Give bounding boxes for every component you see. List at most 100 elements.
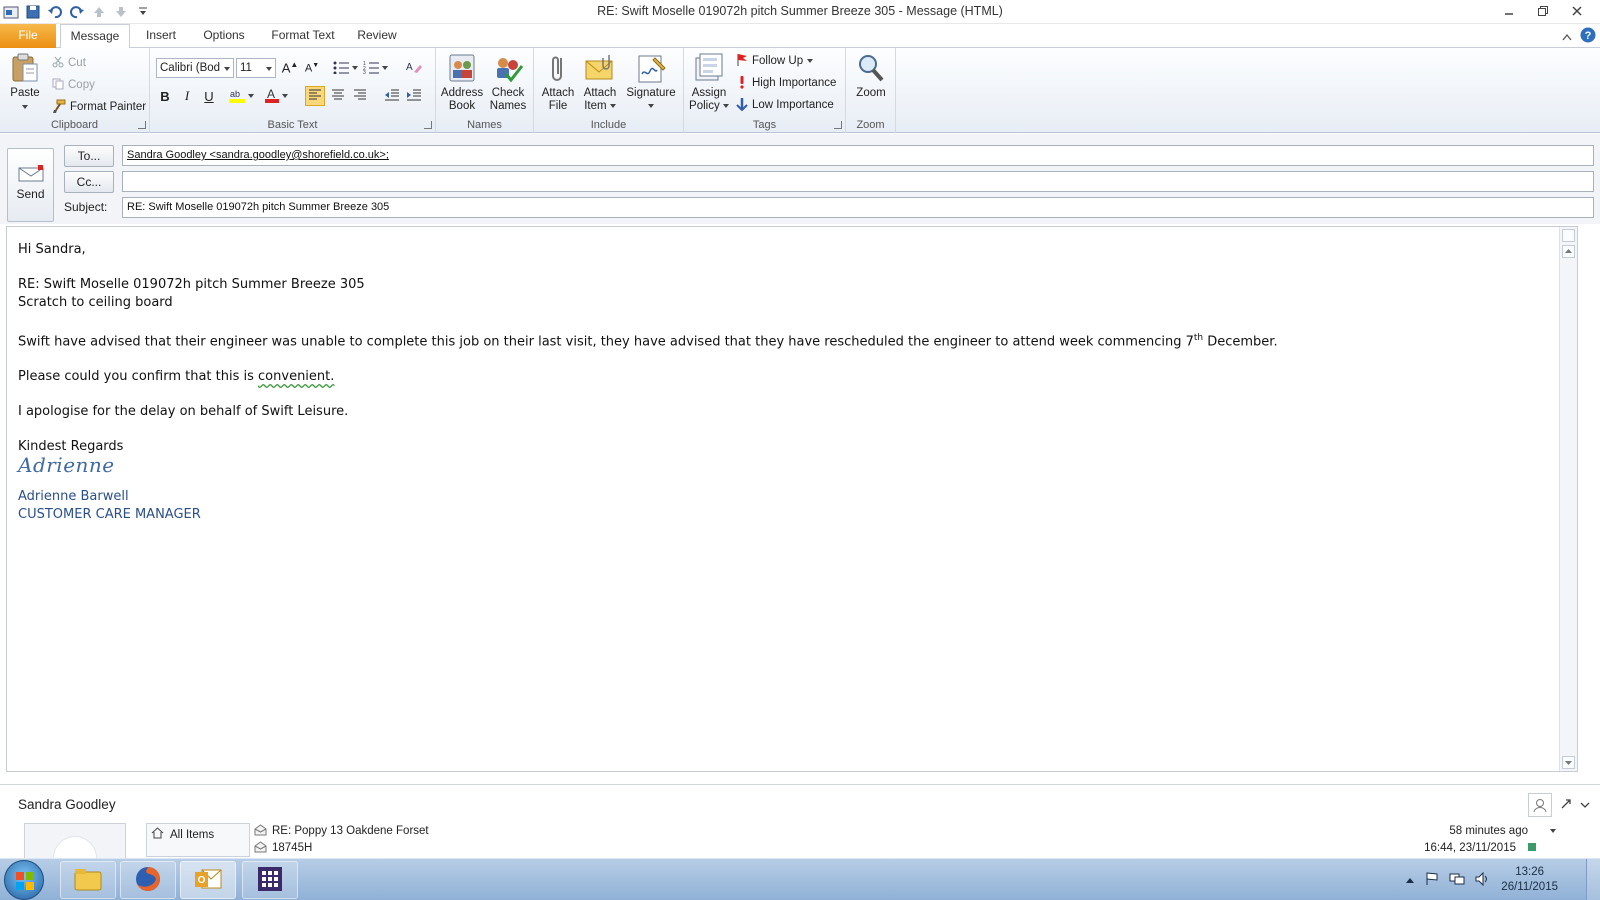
decrease-indent-button[interactable] (382, 86, 402, 106)
to-button[interactable]: To... (64, 145, 114, 167)
taskbar-outlook-button[interactable]: O (180, 861, 236, 899)
basic-text-group-label: Basic Text (267, 119, 318, 131)
basic-text-launcher[interactable] (424, 121, 432, 129)
scroll-up-button[interactable] (1562, 245, 1575, 258)
tab-options[interactable]: Options (196, 24, 252, 48)
send-button[interactable]: Send (7, 148, 54, 222)
numbering-dropdown[interactable] (380, 58, 390, 78)
font-name-combo[interactable]: Calibri (Bod (156, 58, 234, 78)
tab-file[interactable]: File (0, 24, 56, 48)
check-names-button[interactable]: Check Names (486, 52, 530, 113)
category-square-icon (1528, 843, 1536, 851)
align-center-button[interactable] (328, 86, 348, 106)
down-arrow-icon (736, 97, 748, 114)
tab-review[interactable]: Review (352, 24, 402, 48)
system-clock[interactable]: 13:26 26/11/2015 (1501, 865, 1558, 895)
align-left-button[interactable] (305, 86, 325, 106)
paste-button[interactable]: Paste (6, 52, 44, 114)
reference-line: RE: Swift Moselle 019072h pitch Summer B… (18, 277, 365, 292)
collapse-ribbon-icon[interactable] (1562, 30, 1572, 44)
taskbar-explorer-button[interactable] (60, 861, 116, 899)
svg-text:?: ? (1585, 30, 1592, 42)
font-size-combo[interactable]: 11 (236, 58, 276, 78)
contact-card-icon[interactable] (1528, 793, 1552, 817)
highlight-dropdown[interactable] (246, 86, 256, 106)
copy-button[interactable]: Copy (52, 76, 95, 94)
cc-button[interactable]: Cc... (64, 171, 114, 193)
tab-format-text[interactable]: Format Text (266, 24, 340, 48)
low-importance-button[interactable]: Low Importance (736, 96, 834, 114)
tags-launcher[interactable] (834, 121, 842, 129)
people-pane-items: RE: Poppy 13 Oakdene Forset 58 minutes a… (250, 823, 1580, 857)
chevron-down-icon (722, 103, 729, 108)
numbering-button[interactable]: 123 (362, 58, 382, 78)
increase-indent-button[interactable] (404, 86, 424, 106)
italic-button[interactable]: I (177, 86, 197, 106)
tab-message[interactable]: Message (60, 24, 130, 49)
bold-button[interactable]: B (155, 86, 175, 106)
underline-button[interactable]: U (199, 86, 219, 106)
list-item[interactable]: RE: Poppy 13 Oakdene Forset 58 minutes a… (250, 823, 1580, 840)
shrink-font-button[interactable]: A▼ (302, 58, 322, 78)
bullets-dropdown[interactable] (350, 58, 360, 78)
scroll-down-button[interactable] (1562, 756, 1575, 769)
volume-icon[interactable] (1475, 871, 1491, 889)
ribbon: Paste Cut Copy Format Painter Clipboard … (0, 48, 1600, 133)
align-left-icon (308, 89, 322, 104)
font-color-button[interactable]: A (262, 86, 282, 106)
show-desktop-button[interactable] (1586, 859, 1600, 900)
highlight-button[interactable]: ab (228, 86, 248, 106)
font-color-dropdown[interactable] (280, 86, 290, 106)
paste-dropdown-icon (22, 104, 28, 109)
restore-button[interactable] (1526, 0, 1560, 22)
chevron-down-icon[interactable] (1580, 798, 1590, 812)
expand-icon[interactable] (1560, 798, 1572, 813)
message-body[interactable]: Hi Sandra, RE: Swift Moselle 019072h pit… (6, 226, 1578, 772)
policy-icon (693, 52, 725, 84)
signature-button[interactable]: Signature (622, 52, 680, 113)
cc-field[interactable] (122, 171, 1594, 192)
start-button[interactable] (4, 860, 44, 900)
people-pane-tabs: All Items (146, 823, 250, 857)
attach-item-button[interactable]: Attach Item (580, 52, 620, 113)
taskbar-firefox-button[interactable] (120, 861, 176, 899)
tab-all-items[interactable]: All Items (151, 827, 214, 842)
increase-indent-icon (406, 89, 422, 104)
network-icon[interactable] (1449, 872, 1465, 889)
names-group-label: Names (467, 119, 502, 131)
follow-up-button[interactable]: Follow Up (736, 52, 814, 70)
grow-font-icon: A▲ (281, 60, 299, 76)
bullets-icon (333, 60, 351, 77)
address-book-button[interactable]: Address Book (440, 52, 484, 113)
assign-policy-button[interactable]: Assign Policy (688, 52, 730, 113)
body-scrollbar[interactable] (1559, 227, 1577, 771)
align-right-button[interactable] (350, 86, 370, 106)
clear-formatting-button[interactable]: A (404, 58, 424, 78)
close-button[interactable] (1560, 0, 1594, 22)
action-center-flag-icon[interactable] (1425, 871, 1439, 889)
zoom-group: Zoom Zoom (846, 48, 896, 133)
ruler-toggle-icon[interactable] (1562, 229, 1575, 242)
firefox-icon (134, 865, 162, 896)
cut-button[interactable]: Cut (52, 54, 86, 72)
help-icon[interactable]: ? (1580, 27, 1596, 46)
to-field[interactable]: Sandra Goodley <sandra.goodley@shorefiel… (122, 145, 1594, 166)
taskbar-app-button[interactable] (242, 861, 298, 899)
show-hidden-icons[interactable] (1405, 873, 1415, 887)
list-item[interactable]: 18745H 16:44, 23/11/2015 (250, 840, 1580, 853)
red-flag-icon (736, 53, 748, 70)
clipboard-launcher[interactable] (138, 121, 146, 129)
zoom-button[interactable]: Zoom (850, 52, 892, 100)
grow-font-button[interactable]: A▲ (280, 58, 300, 78)
format-painter-button[interactable]: Format Painter (52, 98, 146, 116)
subject-field[interactable]: RE: Swift Moselle 019072h pitch Summer B… (122, 197, 1594, 218)
message-text[interactable]: Hi Sandra, RE: Swift Moselle 019072h pit… (18, 241, 1558, 524)
attach-file-button[interactable]: Attach File (540, 52, 576, 113)
include-group: Attach File Attach Item Signature Includ… (534, 48, 684, 133)
chevron-down-icon[interactable] (1550, 823, 1556, 840)
tab-insert[interactable]: Insert (136, 24, 186, 48)
minimize-button[interactable] (1492, 0, 1526, 22)
high-importance-button[interactable]: High Importance (736, 74, 836, 92)
tags-group-label: Tags (752, 119, 777, 131)
bullets-button[interactable] (332, 58, 352, 78)
